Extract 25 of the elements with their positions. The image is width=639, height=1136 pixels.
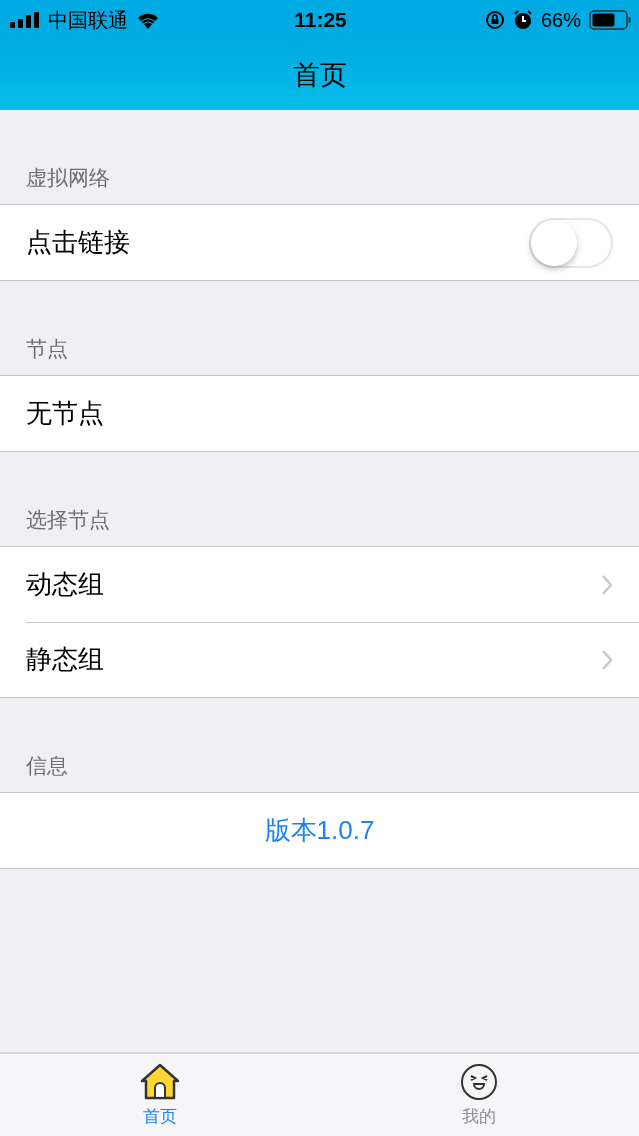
section-header: 选择节点 [25, 507, 111, 533]
row-label: 点击链接 [26, 226, 131, 259]
signal-icon [10, 12, 40, 28]
tab-button[interactable]: 首页 [0, 1054, 320, 1136]
screen-title: 首页 [292, 59, 347, 92]
battery-icon [589, 10, 631, 30]
alarm-icon [512, 10, 533, 30]
rotation-lock-icon [484, 10, 505, 30]
clock-time: 11:25 [294, 8, 347, 32]
house-icon [139, 1063, 180, 1101]
chevron-icon [601, 573, 613, 596]
toggle-switch[interactable] [529, 217, 613, 268]
version-link[interactable]: 版本1.0.7 [264, 813, 375, 848]
chevron-icon [601, 648, 613, 671]
smiley-face-icon [459, 1063, 500, 1101]
section-header: 虚拟网络 [25, 165, 111, 191]
section-header: 节点 [25, 336, 69, 362]
battery-percent: 66% [540, 8, 581, 32]
list-item[interactable]: 动态组 [0, 547, 639, 622]
carrier-name: 中国联通 [48, 7, 128, 33]
row-label: 无节点 [26, 397, 105, 430]
section-header: 信息 [25, 753, 69, 779]
list-item[interactable]: 静态组 [0, 622, 639, 697]
tab-button[interactable]: 我的 [319, 1054, 639, 1136]
wifi-icon [136, 11, 160, 29]
